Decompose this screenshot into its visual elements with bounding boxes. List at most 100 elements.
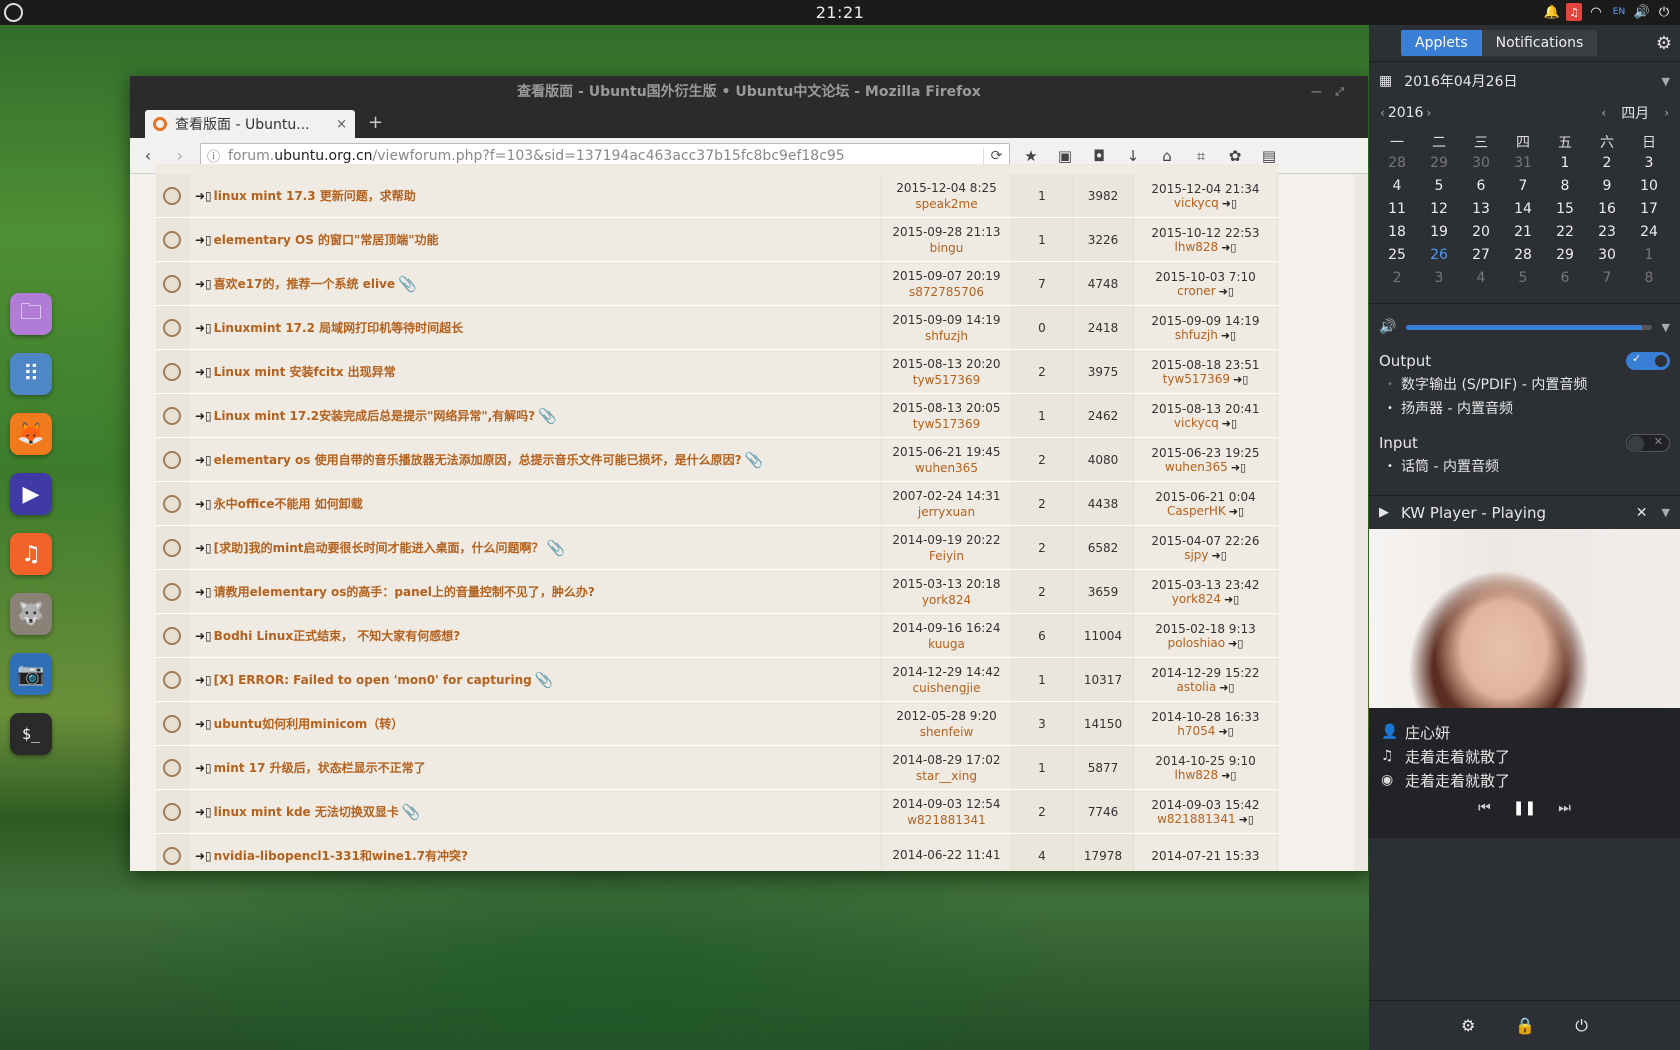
maximize-icon[interactable]: ⤢ bbox=[1335, 76, 1344, 108]
calendar-day[interactable]: 4 bbox=[1460, 270, 1502, 293]
output-device[interactable]: • 数字输出 (S/PDIF) - 内置音频 bbox=[1379, 372, 1670, 396]
goto-first-unread-icon[interactable]: ➜▯ bbox=[195, 189, 212, 203]
new-tab-button[interactable]: + bbox=[368, 112, 383, 133]
page-scrollbar[interactable] bbox=[1354, 174, 1368, 871]
goto-first-unread-icon[interactable]: ➜▯ bbox=[195, 673, 212, 687]
author-link[interactable]: shenfeiw bbox=[920, 725, 974, 739]
last-poster-link[interactable]: wuhen365 bbox=[1165, 460, 1228, 474]
author-link[interactable]: bingu bbox=[930, 241, 964, 255]
notes-icon[interactable]: ▤ bbox=[1256, 147, 1282, 165]
calendar-day[interactable]: 30 bbox=[1586, 247, 1628, 270]
goto-first-unread-icon[interactable]: ➜▯ bbox=[195, 629, 212, 643]
site-info-icon[interactable]: ⓘ bbox=[207, 146, 220, 165]
last-poster-link[interactable]: sjpy bbox=[1184, 548, 1208, 562]
goto-first-unread-icon[interactable]: ➜▯ bbox=[195, 453, 212, 467]
author-link[interactable]: cuishengjie bbox=[912, 681, 980, 695]
calendar-day[interactable]: 3 bbox=[1418, 270, 1460, 293]
volume-icon[interactable]: 🔊 bbox=[1379, 319, 1396, 335]
pause-icon[interactable]: ❚❚ bbox=[1513, 800, 1536, 816]
keyboard-layout-indicator[interactable]: EN bbox=[1610, 3, 1628, 21]
calendar-day[interactable]: 29 bbox=[1418, 155, 1460, 178]
last-poster-link[interactable]: vickycq bbox=[1174, 196, 1219, 210]
music-app[interactable]: ♫ bbox=[10, 533, 52, 575]
volume-slider[interactable] bbox=[1406, 324, 1652, 330]
goto-first-unread-icon[interactable]: ➜▯ bbox=[195, 233, 212, 247]
author-link[interactable]: kuuga bbox=[928, 637, 965, 651]
calendar-day[interactable]: 10 bbox=[1628, 178, 1670, 201]
power-icon[interactable]: ⏻ bbox=[1656, 3, 1672, 21]
goto-last-post-icon[interactable]: ➜▯ bbox=[1219, 681, 1234, 694]
prev-year-icon[interactable]: ‹ bbox=[1377, 106, 1388, 120]
calendar-day[interactable]: 17 bbox=[1628, 201, 1670, 224]
calendar-day[interactable]: 16 bbox=[1586, 201, 1628, 224]
last-poster-link[interactable]: shfuzjh bbox=[1175, 328, 1218, 342]
goto-last-post-icon[interactable]: ➜▯ bbox=[1221, 329, 1236, 342]
goto-first-unread-icon[interactable]: ➜▯ bbox=[195, 541, 212, 555]
topic-link[interactable]: elementary os 使用自带的音乐播放器无法添加原因，总提示音乐文件可能… bbox=[214, 451, 742, 468]
firefox-app[interactable]: 🦊 bbox=[10, 413, 52, 455]
topic-link[interactable]: linux mint kde 无法切换双显卡 bbox=[214, 803, 399, 820]
calendar-day[interactable]: 29 bbox=[1544, 247, 1586, 270]
reload-icon[interactable]: ⟳ bbox=[983, 147, 1009, 164]
author-link[interactable]: york824 bbox=[922, 593, 971, 607]
topic-link[interactable]: Linux mint 17.2安装完成后总是提示"网络异常",有解吗? bbox=[214, 407, 535, 424]
goto-first-unread-icon[interactable]: ➜▯ bbox=[195, 805, 212, 819]
calendar-day[interactable]: 5 bbox=[1418, 178, 1460, 201]
last-poster-link[interactable]: vickycq bbox=[1174, 416, 1219, 430]
window-titlebar[interactable]: 查看版面 - Ubuntu国外衍生版 • Ubuntu中文论坛 - Mozill… bbox=[130, 76, 1368, 108]
home-icon[interactable]: ⌂ bbox=[1154, 147, 1180, 165]
goto-last-post-icon[interactable]: ➜▯ bbox=[1219, 285, 1234, 298]
next-year-icon[interactable]: › bbox=[1423, 106, 1434, 120]
calendar-day[interactable]: 1 bbox=[1628, 247, 1670, 270]
goto-last-post-icon[interactable]: ➜▯ bbox=[1221, 769, 1236, 782]
music-indicator-icon[interactable]: ♫ bbox=[1566, 3, 1582, 21]
calendar-day[interactable]: 24 bbox=[1628, 224, 1670, 247]
play-icon[interactable]: ▶ bbox=[1379, 505, 1389, 520]
author-link[interactable]: jerryxuan bbox=[918, 505, 975, 519]
calendar-day[interactable]: 6 bbox=[1460, 178, 1502, 201]
calendar-day[interactable]: 28 bbox=[1502, 247, 1544, 270]
calendar-day[interactable]: 23 bbox=[1586, 224, 1628, 247]
author-link[interactable]: speak2me bbox=[915, 197, 977, 211]
calendar-day[interactable]: 31 bbox=[1502, 155, 1544, 178]
calendar-day[interactable]: 18 bbox=[1376, 224, 1418, 247]
browser-tab[interactable]: 查看版面 - Ubuntu... × bbox=[145, 110, 355, 138]
goto-last-post-icon[interactable]: ➜▯ bbox=[1222, 197, 1237, 210]
goto-last-post-icon[interactable]: ➜▯ bbox=[1224, 593, 1239, 606]
tab-notifications[interactable]: Notifications bbox=[1481, 30, 1598, 56]
goto-first-unread-icon[interactable]: ➜▯ bbox=[195, 497, 212, 511]
forward-icon[interactable]: › bbox=[168, 146, 192, 165]
calendar-day[interactable]: 7 bbox=[1586, 270, 1628, 293]
calendar-day[interactable]: 2 bbox=[1376, 270, 1418, 293]
last-poster-link[interactable]: poloshiao bbox=[1168, 636, 1226, 650]
last-poster-link[interactable]: croner bbox=[1177, 284, 1216, 298]
calendar-day[interactable]: 2 bbox=[1586, 155, 1628, 178]
chevron-down-icon[interactable]: ▼ bbox=[1662, 75, 1670, 88]
pocket-icon[interactable]: ◘ bbox=[1086, 147, 1112, 165]
topic-link[interactable]: elementary OS 的窗口"常居顶端"功能 bbox=[214, 231, 439, 248]
previous-track-icon[interactable]: ⏮ bbox=[1478, 800, 1491, 816]
author-link[interactable]: w821881341 bbox=[907, 813, 986, 827]
calendar-day[interactable]: 19 bbox=[1418, 224, 1460, 247]
goto-first-unread-icon[interactable]: ➜▯ bbox=[195, 321, 212, 335]
goto-first-unread-icon[interactable]: ➜▯ bbox=[195, 849, 212, 863]
settings-icon[interactable]: ⚙ bbox=[1461, 1016, 1475, 1035]
calendar-day[interactable]: 4 bbox=[1376, 178, 1418, 201]
calendar-day[interactable]: 11 bbox=[1376, 201, 1418, 224]
topic-link[interactable]: Linuxmint 17.2 局域网打印机等待时间超长 bbox=[214, 319, 463, 336]
last-poster-link[interactable]: lhw828 bbox=[1175, 768, 1219, 782]
calendar-day[interactable]: 6 bbox=[1544, 270, 1586, 293]
close-icon[interactable]: ✕ bbox=[1636, 505, 1648, 521]
author-link[interactable]: s872785706 bbox=[909, 285, 984, 299]
goto-first-unread-icon[interactable]: ➜▯ bbox=[195, 761, 212, 775]
power-icon[interactable]: ⏻ bbox=[1575, 1016, 1588, 1036]
input-toggle[interactable]: ✕ bbox=[1626, 434, 1670, 452]
prev-month-icon[interactable]: ‹ bbox=[1598, 106, 1609, 120]
author-link[interactable]: wuhen365 bbox=[915, 461, 978, 475]
chevron-down-icon[interactable]: ▼ bbox=[1662, 321, 1670, 334]
input-device[interactable]: • 话筒 - 内置音频 bbox=[1379, 454, 1670, 478]
last-poster-link[interactable]: w821881341 bbox=[1157, 812, 1236, 826]
calendar-day[interactable]: 7 bbox=[1502, 178, 1544, 201]
calendar-day[interactable]: 8 bbox=[1544, 178, 1586, 201]
author-link[interactable]: star__xing bbox=[916, 769, 977, 783]
